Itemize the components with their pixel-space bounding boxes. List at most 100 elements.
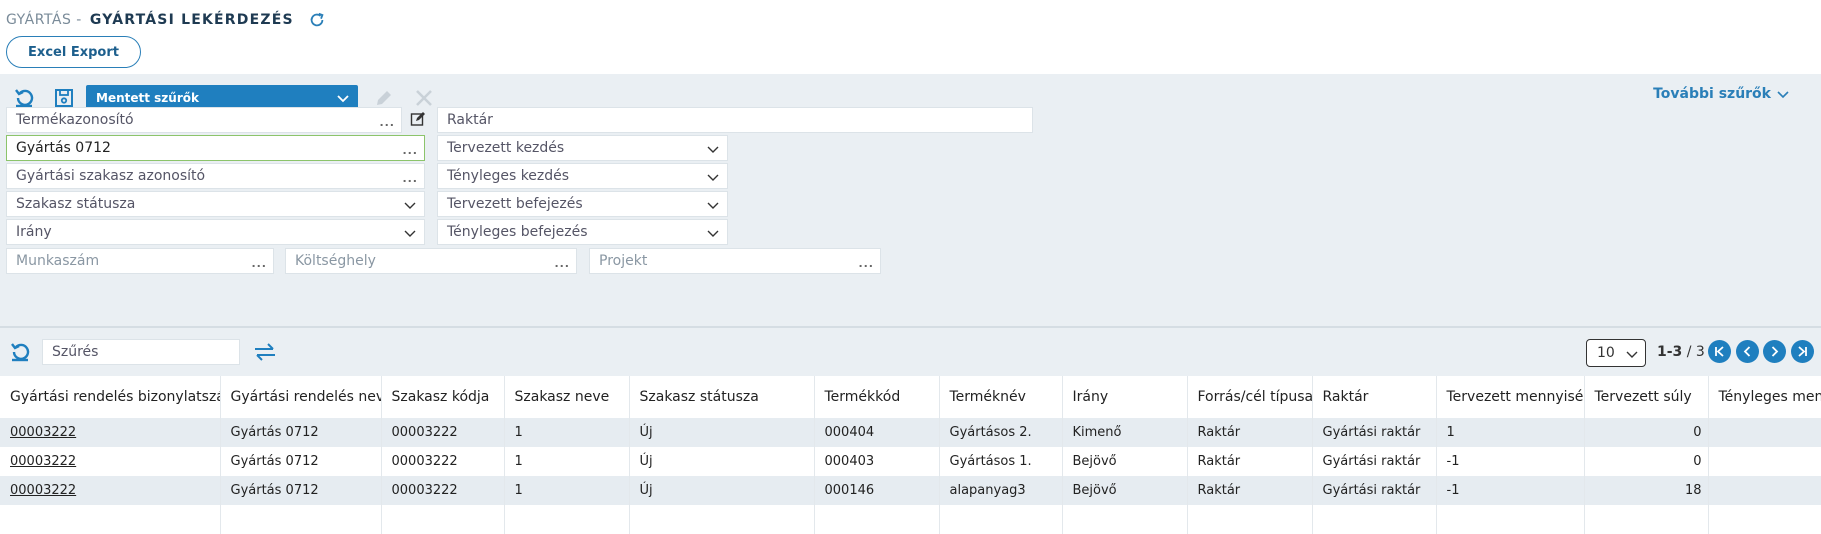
table-cell: Raktár [1187,476,1313,505]
empty-cell [939,505,1063,534]
table-cell: 1 [504,418,630,447]
table-cell: 000403 [814,447,940,476]
table-cell: Új [629,447,815,476]
table-cell: Bejövő [1062,447,1188,476]
table-row[interactable]: 00003222 Gyártás 0712 00003222 1 Új 000146 ala… [0,476,1821,505]
reset-grid-icon[interactable] [8,340,32,364]
filter-panel: Mentett szűrők További szűrők Termékazon… [0,74,1821,328]
product-id-field[interactable]: Termékazonosító ... [6,107,402,133]
chevron-left-icon [1743,346,1751,357]
page-size-select[interactable]: 10 [1586,339,1646,367]
warehouse-field[interactable]: Raktár [437,107,1033,133]
table-cell: Raktár [1187,447,1313,476]
table-cell: Bejövő [1062,476,1188,505]
table-cell: alapanyag3 [939,476,1063,505]
last-page-button[interactable] [1791,340,1814,363]
chevron-down-icon [1777,91,1789,99]
last-page-icon [1798,346,1807,357]
actual-start-label: Tényleges kezdés [447,168,570,184]
grid-search-input[interactable]: Szűrés [42,339,240,365]
edit-note-icon[interactable] [406,107,430,131]
column-header[interactable]: Gyártási rendelés bizonylatszáma [0,376,221,418]
production-order-field[interactable]: Gyártás 0712 ... [6,135,425,161]
lookup-dots-icon[interactable]: ... [251,257,267,270]
planned-end-select[interactable]: Tervezett befejezés [437,191,728,217]
first-page-button[interactable] [1708,340,1731,363]
column-header[interactable]: Tervezett mennyiség [1436,376,1585,418]
planned-start-label: Tervezett kezdés [447,140,565,156]
page-total: / 3 [1686,344,1705,360]
refresh-icon[interactable] [308,11,326,29]
column-header[interactable]: Szakasz kódja [381,376,505,418]
breadcrumb[interactable]: GYÁRTÁS - [6,12,82,28]
column-header[interactable]: Tényleges mennyiség [1708,376,1821,418]
table-cell: Gyártásos 2. [939,418,1063,447]
chevron-down-icon [707,146,719,153]
actual-start-select[interactable]: Tényleges kezdés [437,163,728,189]
swap-icon[interactable] [253,340,277,364]
page-info: 1-3 / 3 [1657,344,1705,360]
chevron-down-icon [404,202,416,209]
stage-status-select[interactable]: Szakasz státusza [6,191,425,217]
empty-cell [1708,505,1821,534]
project-field[interactable]: Projekt ... [589,248,881,274]
column-header[interactable]: Forrás/cél típusa [1187,376,1313,418]
warehouse-placeholder: Raktár [447,112,493,128]
next-page-button[interactable] [1763,340,1786,363]
lookup-dots-icon[interactable]: ... [858,257,874,270]
grid-toolbar: Szűrés 10 1-3 / 3 [0,328,1821,376]
empty-cell [220,505,382,534]
order-number-link[interactable]: 00003222 [0,418,221,447]
table-cell: Új [629,476,815,505]
column-header[interactable]: Szakasz státusza [629,376,815,418]
actual-end-select[interactable]: Tényleges befejezés [437,219,728,245]
stage-id-placeholder: Gyártási szakasz azonosító [16,168,206,184]
chevron-down-icon [707,230,719,237]
excel-export-button[interactable]: Excel Export [6,36,141,68]
table-cell: Gyártás 0712 [220,418,382,447]
table-cell: Kimenő [1062,418,1188,447]
more-filters-label: További szűrők [1653,86,1771,102]
lookup-dots-icon[interactable]: ... [379,116,395,129]
column-header[interactable]: Terméknév [939,376,1063,418]
table-cell: Gyártási raktár [1312,447,1437,476]
chevron-right-icon [1771,346,1779,357]
empty-cell [1187,505,1313,534]
table-cell: 0 [1584,418,1709,447]
empty-cell [504,505,630,534]
page-size-value: 10 [1597,345,1615,361]
order-number-link[interactable]: 00003222 [0,476,221,505]
empty-cell [629,505,815,534]
grid-header-row: Gyártási rendelés bizonylatszámaGyártási… [0,376,1821,418]
table-cell: 00003222 [381,418,505,447]
table-cell: 00003222 [381,476,505,505]
more-filters-button[interactable]: További szűrők [1653,86,1789,102]
prev-page-button[interactable] [1736,340,1759,363]
lookup-dots-icon[interactable]: ... [402,172,418,185]
column-header[interactable]: Irány [1062,376,1188,418]
lookup-dots-icon[interactable]: ... [402,144,418,157]
direction-select[interactable]: Irány [6,219,425,245]
column-header[interactable]: Szakasz neve [504,376,630,418]
planned-start-select[interactable]: Tervezett kezdés [437,135,728,161]
chevron-down-icon [707,174,719,181]
lookup-dots-icon[interactable]: ... [554,257,570,270]
table-cell [1708,476,1821,505]
table-cell: -1 [1436,447,1585,476]
job-number-placeholder: Munkaszám [16,253,100,269]
cost-center-field[interactable]: Költséghely ... [285,248,577,274]
table-cell: Új [629,418,815,447]
table-cell: 18 [1584,476,1709,505]
column-header[interactable]: Raktár [1312,376,1437,418]
grid-search-placeholder: Szűrés [52,344,99,360]
job-number-field[interactable]: Munkaszám ... [6,248,274,274]
column-header[interactable]: Termékkód [814,376,940,418]
column-header[interactable]: Tervezett súly [1584,376,1709,418]
table-row[interactable]: 00003222 Gyártás 0712 00003222 1 Új 000404 Gyá… [0,418,1821,447]
stage-id-field[interactable]: Gyártási szakasz azonosító ... [6,163,425,189]
table-cell: Gyártás 0712 [220,447,382,476]
order-number-link[interactable]: 00003222 [0,447,221,476]
page-header: GYÁRTÁS - GYÁRTÁSI LEKÉRDEZÉS [6,8,326,32]
table-row[interactable]: 00003222 Gyártás 0712 00003222 1 Új 000403 Gyá… [0,447,1821,476]
column-header[interactable]: Gyártási rendelés neve [220,376,382,418]
